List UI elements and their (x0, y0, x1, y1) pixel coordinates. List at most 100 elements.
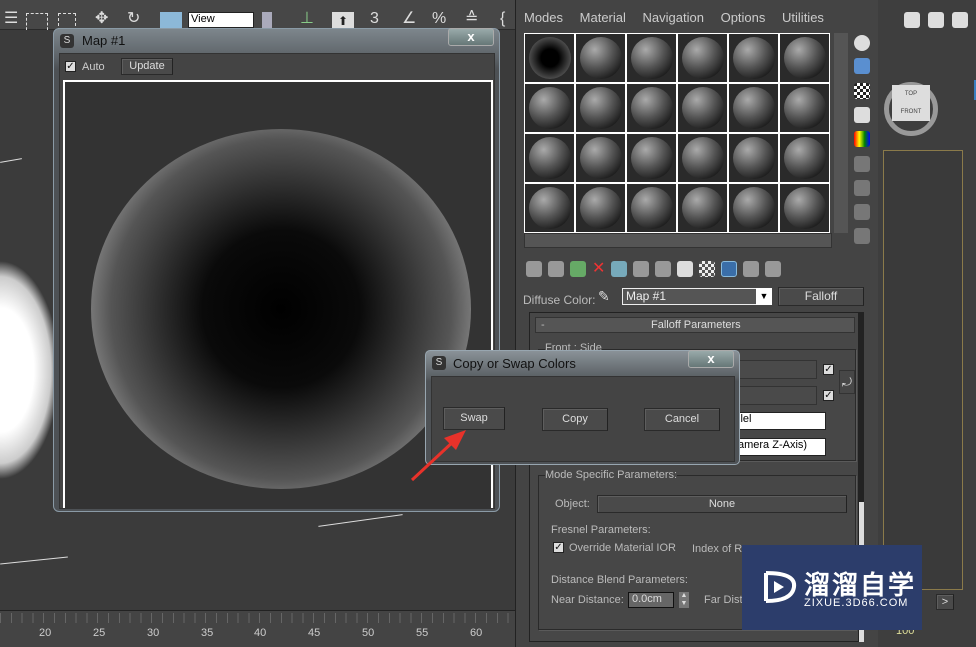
reference-coord-dropdown[interactable]: View (188, 12, 254, 28)
next-frame-button[interactable]: > (936, 594, 954, 610)
backlight-icon[interactable] (854, 58, 870, 74)
assign-material-icon[interactable] (570, 261, 586, 277)
reset-map-icon[interactable]: ✕ (592, 261, 605, 281)
material-slot[interactable] (524, 183, 575, 233)
material-slot[interactable] (677, 33, 728, 83)
front-map-checkbox[interactable]: ✓ (823, 364, 834, 375)
material-slot[interactable] (728, 133, 779, 183)
material-slot[interactable] (677, 183, 728, 233)
material-slot[interactable] (626, 183, 677, 233)
falloff-type-dropdown[interactable]: llel (734, 412, 826, 430)
make-unique-icon[interactable] (633, 261, 650, 277)
render-frame-icon[interactable] (928, 12, 944, 28)
side-color-map[interactable] (739, 386, 817, 405)
auto-checkbox[interactable]: ✓ (65, 61, 76, 72)
viewcube-front-face[interactable]: FRONT (892, 109, 930, 115)
update-button[interactable]: Update (121, 58, 173, 75)
make-preview-icon[interactable] (854, 156, 870, 172)
menu-utilities[interactable]: Utilities (782, 10, 824, 25)
show-map-in-viewport-icon[interactable] (699, 261, 716, 277)
move-icon[interactable]: ✥ (95, 10, 108, 28)
chevron-down-icon[interactable]: ▼ (756, 288, 772, 305)
go-to-parent-icon[interactable] (743, 261, 760, 277)
material-slot[interactable] (575, 133, 626, 183)
render-icon[interactable] (952, 12, 968, 28)
material-map-navigator-icon[interactable] (854, 228, 870, 244)
get-material-icon[interactable] (526, 261, 542, 277)
select-manipulate-icon[interactable]: ⊥ (300, 10, 314, 28)
menu-material[interactable]: Material (580, 10, 626, 25)
background-icon[interactable] (854, 83, 870, 99)
rollout-header[interactable]: - Falloff Parameters (535, 317, 855, 333)
cancel-button[interactable]: Cancel (644, 408, 720, 431)
viewcube-top-face[interactable]: TOP (892, 91, 930, 97)
menu-options[interactable]: Options (721, 10, 766, 25)
swap-colors-icon[interactable]: ⤾ (839, 370, 855, 394)
material-slot[interactable] (779, 83, 830, 133)
spinner-snap-icon[interactable]: ≙ (465, 10, 478, 28)
snap-toggle-icon[interactable]: 3 (370, 10, 379, 28)
dialog-close-button[interactable]: x (688, 350, 734, 368)
near-distance-input[interactable]: 0.0cm (628, 592, 674, 608)
put-to-library-icon[interactable] (655, 261, 672, 277)
slots-vscrollbar[interactable] (834, 33, 848, 233)
front-color-map[interactable] (739, 360, 817, 379)
rotate-icon[interactable]: ↻ (127, 10, 140, 28)
side-map-checkbox[interactable]: ✓ (823, 390, 834, 401)
viewcube[interactable]: TOP FRONT (892, 85, 930, 121)
material-slot[interactable] (626, 33, 677, 83)
override-ior-checkbox[interactable]: ✓ (553, 542, 564, 553)
sample-type-icon[interactable] (854, 35, 870, 51)
material-slot[interactable] (524, 83, 575, 133)
angle-snap-icon[interactable]: ∠ (402, 10, 416, 28)
falloff-direction-dropdown[interactable]: amera Z-Axis) (734, 438, 826, 456)
menu-navigation[interactable]: Navigation (643, 10, 704, 25)
menu-modes[interactable]: Modes (524, 10, 563, 25)
material-slot[interactable] (728, 183, 779, 233)
map-type-button[interactable]: Falloff (778, 287, 864, 306)
named-selection-icon[interactable]: { (500, 10, 505, 28)
put-material-icon[interactable] (548, 261, 564, 277)
map-name-field[interactable]: Map #1 (622, 288, 772, 305)
material-slot[interactable] (626, 83, 677, 133)
material-slot[interactable] (524, 133, 575, 183)
timeline-ruler[interactable] (0, 613, 515, 623)
go-forward-sibling-icon[interactable] (765, 261, 782, 277)
select-by-material-icon[interactable] (854, 204, 870, 220)
material-slot[interactable] (677, 83, 728, 133)
eyedropper-icon[interactable]: ✎ (598, 288, 610, 305)
material-slot[interactable] (779, 183, 830, 233)
material-slot[interactable] (677, 133, 728, 183)
copy-button[interactable]: Copy (542, 408, 608, 431)
play-logo-icon (764, 571, 797, 603)
material-slot[interactable] (575, 183, 626, 233)
uv-tiling-icon[interactable] (854, 107, 870, 123)
material-slot[interactable] (779, 133, 830, 183)
material-sphere (579, 137, 622, 179)
material-slot[interactable] (779, 33, 830, 83)
show-end-result-icon[interactable] (721, 261, 738, 277)
material-slot[interactable] (575, 33, 626, 83)
near-distance-spinner[interactable]: ▲ ▼ (679, 592, 689, 608)
percent-snap-icon[interactable]: % (432, 10, 446, 28)
close-button[interactable]: x (448, 28, 494, 46)
keyboard-shortcut-icon[interactable]: ⬆ (332, 12, 354, 28)
material-slot[interactable] (728, 83, 779, 133)
scale-icon[interactable] (160, 12, 182, 28)
options-icon[interactable] (854, 180, 870, 196)
material-slot[interactable] (524, 33, 575, 83)
material-sphere (732, 87, 775, 129)
render-setup-icon[interactable] (904, 12, 920, 28)
material-id-icon[interactable] (677, 261, 694, 277)
slots-scrollbar[interactable] (524, 233, 832, 248)
material-slot[interactable] (728, 33, 779, 83)
object-pick-button[interactable]: None (597, 495, 847, 513)
material-slot[interactable] (575, 83, 626, 133)
timeline[interactable]: 20 25 30 35 40 45 50 55 60 (0, 610, 515, 647)
material-slot[interactable] (626, 133, 677, 183)
fresnel-label: Fresnel Parameters: (551, 524, 651, 536)
video-color-check-icon[interactable] (854, 131, 870, 147)
collapse-icon[interactable]: - (541, 319, 545, 331)
select-icon[interactable]: ☰ (4, 10, 18, 28)
make-copy-icon[interactable] (611, 261, 628, 277)
